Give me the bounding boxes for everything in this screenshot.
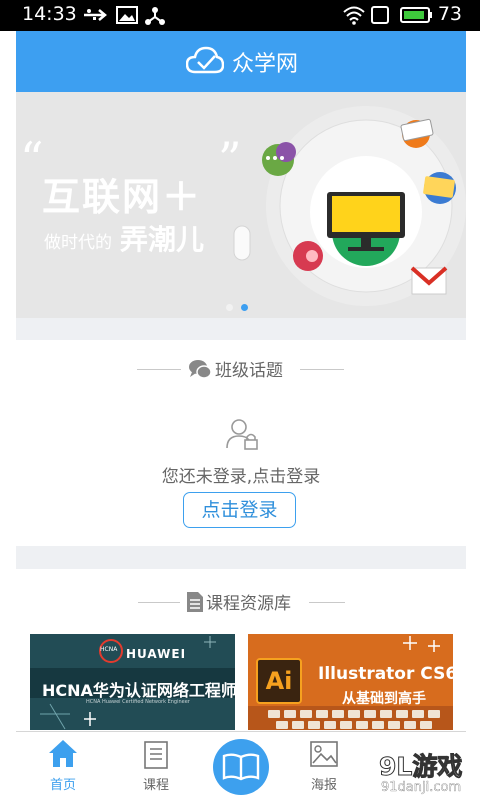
class-topics-section: 班级话题 您还未登录,点击登录 点击登录 (16, 340, 466, 546)
course-card-hcna[interactable]: HCNA HUAWEI HCNA华为认证网络工程师 HCNA Huawei Ce… (30, 634, 235, 730)
usb-icon (84, 9, 107, 21)
watermark-logo: 9L游戏 (378, 752, 463, 782)
tab-label-courses: 课程 (142, 778, 169, 793)
course-library-title: 课程资源库 (206, 594, 291, 614)
status-bar: 14:33 73 (0, 0, 480, 31)
tab-courses[interactable]: 课程 (116, 732, 196, 800)
site-watermark: 9L游戏 91danji.com (353, 743, 480, 800)
internet-illustration (233, 106, 466, 306)
user-lock-icon (226, 419, 258, 450)
course-subtitle: HCNA Huawei Certified Network Engineer (86, 699, 190, 705)
app-screen: 众学网 “ ” 互联网＋ 做时代的 弄潮儿 班级话题 您还未登录,点击登录 点击… (16, 31, 466, 800)
status-time: 14:33 (22, 3, 77, 25)
carousel-dot-active[interactable] (241, 304, 248, 311)
poster-image-icon (310, 741, 338, 767)
banner-subline-prefix: 做时代的 (44, 233, 112, 253)
home-icon (49, 740, 77, 767)
cloud-check-icon (186, 46, 224, 74)
divider-line (138, 602, 180, 603)
hcna-badge-label: HCNA (100, 646, 118, 653)
course-list-icon (144, 741, 168, 769)
carousel-dot[interactable] (226, 304, 233, 311)
login-button[interactable]: 点击登录 (183, 492, 296, 528)
app-header: 众学网 (16, 31, 466, 92)
battery-icon (400, 7, 432, 23)
divider-line (300, 369, 344, 370)
document-icon (187, 592, 203, 612)
wifi-icon (343, 6, 365, 25)
huawei-brand: HUAWEI (126, 647, 187, 661)
course-library-header: 课程资源库 (16, 589, 466, 615)
promo-banner[interactable]: “ ” 互联网＋ 做时代的 弄潮儿 (16, 92, 466, 318)
divider-line (137, 369, 181, 370)
quote-open: “ (20, 132, 44, 186)
course-title: Illustrator CS6 (318, 664, 453, 684)
divider-line (309, 602, 345, 603)
app-title: 众学网 (232, 52, 299, 77)
watermark-site: 91danji.com (381, 780, 462, 795)
chat-bubble-icon (189, 360, 212, 379)
carousel-indicator (16, 304, 466, 314)
share-icon (145, 7, 165, 25)
battery-level: 73 (437, 3, 462, 25)
banner-subline-emphasis: 弄潮儿 (120, 223, 205, 256)
banner-headline: 互联网＋ (42, 175, 203, 219)
image-icon (116, 6, 138, 24)
tab-label-posters: 海报 (310, 778, 337, 793)
tab-label-home: 首页 (49, 778, 76, 793)
tab-home[interactable]: 首页 (23, 732, 103, 800)
tab-library[interactable] (213, 739, 269, 795)
sim-icon (371, 6, 389, 24)
course-card-illustrator[interactable]: Ai Illustrator CS6 从基础到高手 (248, 634, 453, 730)
login-prompt: 您还未登录,点击登录 (161, 467, 321, 487)
tab-posters[interactable]: 海报 (284, 732, 364, 800)
course-title: HCNA华为认证网络工程师 (42, 681, 235, 700)
open-book-icon (222, 753, 260, 781)
class-topics-title: 班级话题 (215, 361, 283, 381)
class-topics-header: 班级话题 (16, 356, 466, 382)
course-subtitle: 从基础到高手 (342, 691, 426, 707)
illustrator-logo: Ai (256, 658, 302, 704)
